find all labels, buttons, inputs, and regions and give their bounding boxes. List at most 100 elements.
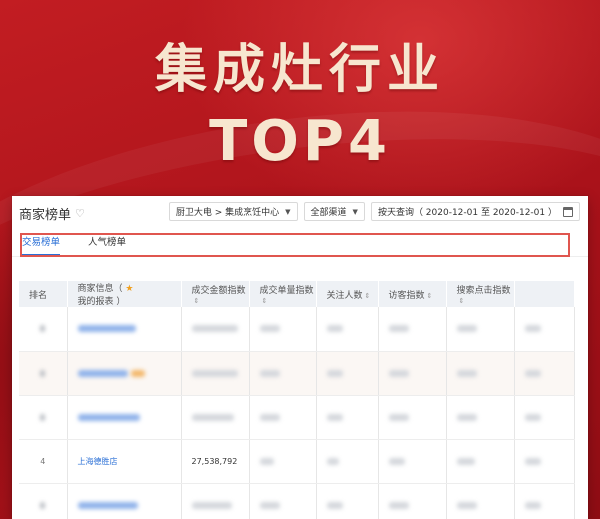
chevron-down-icon: ▼ <box>285 207 291 216</box>
heart-icon[interactable]: ♡ <box>75 207 85 220</box>
redacted-value <box>191 413 234 421</box>
metric-cell <box>446 483 515 519</box>
col-order-index-label: 成交单量指数 <box>259 285 314 296</box>
sort-icon: ⇕ <box>458 296 465 305</box>
sort-icon: ⇕ <box>261 296 268 305</box>
metric-cell <box>181 307 250 352</box>
redacted-shop <box>77 369 128 377</box>
channel-select[interactable]: 全部渠道 ▼ <box>303 202 365 221</box>
col-amount-index-label: 成交金额指数 <box>191 285 246 296</box>
redacted-value <box>40 501 46 509</box>
redacted-value <box>191 325 238 333</box>
shop-cell[interactable] <box>67 351 182 396</box>
date-picker-value: 按天查询（ 2020-12-01 至 2020-12-01 ） <box>377 208 557 218</box>
metric-cell <box>514 395 575 440</box>
redacted-value <box>259 369 280 377</box>
redacted-value <box>524 501 541 509</box>
chevron-down-icon: ▼ <box>352 207 358 216</box>
shop-cell[interactable] <box>67 483 182 519</box>
redacted-value <box>326 457 339 465</box>
date-picker[interactable]: 按天查询（ 2020-12-01 至 2020-12-01 ） <box>370 202 580 221</box>
metric-cell <box>181 351 250 396</box>
metric-cell <box>249 483 317 519</box>
redacted-value <box>40 369 46 377</box>
metric-cell <box>316 307 379 352</box>
redacted-value <box>456 325 477 333</box>
shop-cell[interactable] <box>67 395 182 440</box>
shop-cell[interactable]: 上海德胜店 <box>67 439 182 484</box>
metric-cell <box>378 395 447 440</box>
table-header: 排名 商家信息（ ★我的报表 ） 成交金额指数⇕ 成交单量指数⇕ 关注人数 ⇕ 访… <box>19 281 575 307</box>
redacted-value <box>388 501 409 509</box>
col-visitor-index-label: 访客指数 <box>388 290 425 301</box>
redacted-value <box>259 413 280 421</box>
redacted-value <box>456 413 477 421</box>
redacted-value <box>259 325 280 333</box>
metric-cell <box>514 483 575 519</box>
shop-cell[interactable] <box>67 307 182 352</box>
redacted-value <box>388 457 405 465</box>
col-shop-label: 商家信息（ <box>77 284 126 294</box>
redacted-value <box>388 413 409 421</box>
redacted-value <box>191 369 238 377</box>
star-icon: ★ <box>125 284 134 294</box>
metric-cell <box>514 439 575 484</box>
redacted-value <box>326 325 343 333</box>
redacted-shop <box>77 413 140 421</box>
tab-popularity-ranking[interactable]: 人气榜单 <box>88 234 126 256</box>
rank-cell <box>19 307 68 352</box>
category-select[interactable]: 厨卫大电 > 集成烹饪中心 ▼ <box>168 202 298 221</box>
ranking-table: 排名 商家信息（ ★我的报表 ） 成交金额指数⇕ 成交单量指数⇕ 关注人数 ⇕ 访… <box>19 281 575 519</box>
col-followers-label: 关注人数 <box>326 290 363 301</box>
redacted-badge <box>130 369 145 377</box>
headline-title: 集成灶行业 <box>154 40 445 100</box>
redacted-value <box>524 369 541 377</box>
redacted-value <box>40 413 46 421</box>
redacted-shop <box>77 501 138 509</box>
redacted-value <box>326 369 343 377</box>
shop-link[interactable]: 上海德胜店 <box>78 457 118 466</box>
table-row[interactable] <box>19 307 575 352</box>
headline-subtitle: TOP4 <box>209 109 391 174</box>
metric-cell <box>446 351 515 396</box>
redacted-value <box>524 325 541 333</box>
redacted-value <box>388 369 409 377</box>
col-visitor-index[interactable]: 访客指数 ⇕ <box>378 281 447 307</box>
col-shop-my-report: 我的报表 ） <box>77 297 126 307</box>
col-order-index[interactable]: 成交单量指数⇕ <box>249 281 317 307</box>
redacted-value <box>456 369 477 377</box>
col-followers[interactable]: 关注人数 ⇕ <box>316 281 379 307</box>
col-shop[interactable]: 商家信息（ ★ 我的报表 ） <box>67 281 182 307</box>
rank-cell <box>19 351 68 396</box>
col-search-click-index[interactable]: 搜索点击指数⇕ <box>446 281 515 307</box>
metric-cell <box>181 395 250 440</box>
col-extra <box>514 281 575 307</box>
calendar-icon <box>563 206 573 217</box>
card-title: 商家榜单 ♡ <box>19 204 85 223</box>
metric-cell <box>378 351 447 396</box>
metric-cell <box>514 351 575 396</box>
metric-cell <box>378 307 447 352</box>
table-row-highlighted[interactable]: 4 上海德胜店 27,538,792 <box>19 439 575 484</box>
redacted-value <box>456 457 475 465</box>
table-row[interactable] <box>19 395 575 440</box>
sort-icon: ⇕ <box>193 296 200 305</box>
redacted-value <box>259 457 274 465</box>
metric-cell <box>316 395 379 440</box>
metric-cell <box>316 351 379 396</box>
metric-cell <box>378 439 447 484</box>
metric-cell <box>249 307 317 352</box>
tab-trade-ranking[interactable]: 交易榜单 <box>22 234 61 256</box>
channel-select-value: 全部渠道 <box>310 208 347 218</box>
sort-icon: ⇕ <box>426 291 433 300</box>
rank-cell <box>19 395 68 440</box>
ranking-card: 商家榜单 ♡ 厨卫大电 > 集成烹饪中心 ▼ 全部渠道 ▼ 按天查询（ 2020… <box>12 196 588 519</box>
col-search-click-index-label: 搜索点击指数 <box>456 285 511 296</box>
table-row[interactable] <box>19 351 575 396</box>
redacted-value <box>456 501 477 509</box>
redacted-value <box>40 325 46 333</box>
col-amount-index[interactable]: 成交金额指数⇕ <box>181 281 250 307</box>
metric-cell <box>249 351 317 396</box>
table-row[interactable] <box>19 483 575 519</box>
col-rank: 排名 <box>19 281 68 307</box>
